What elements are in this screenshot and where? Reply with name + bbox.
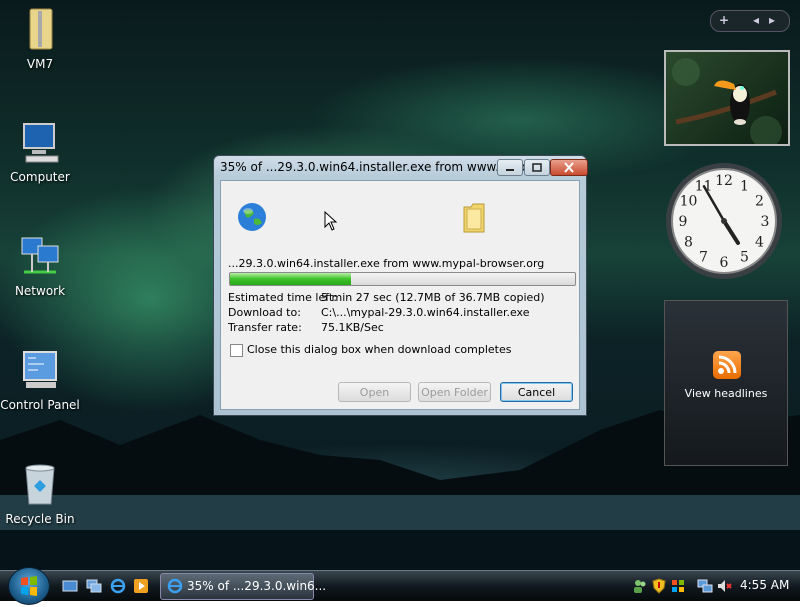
start-button[interactable]	[8, 567, 50, 605]
close-button[interactable]	[550, 159, 588, 176]
download-dialog: 35% of ...29.3.0.win64.installer.exe fro…	[213, 155, 588, 416]
sidebar-next-button[interactable]: ▸	[769, 13, 775, 27]
desktop-icon-label: Computer	[10, 170, 70, 184]
toucan-photo	[672, 58, 782, 144]
browser-icon	[167, 578, 183, 594]
slideshow-gadget[interactable]	[664, 50, 790, 146]
close-when-done-label[interactable]: Close this dialog box when download comp…	[247, 343, 511, 356]
download-to-value: C:\...\mypal-29.3.0.win64.installer.exe	[321, 306, 530, 319]
desktop-icon-label: Control Panel	[0, 398, 80, 412]
windows-flag-icon[interactable]	[670, 578, 686, 594]
desktop-icon-control-panel[interactable]: Control Panel	[0, 346, 80, 412]
mouse-cursor-icon	[324, 211, 338, 231]
media-player-icon[interactable]	[133, 578, 149, 594]
minimize-icon	[506, 169, 514, 171]
internet-explorer-icon[interactable]	[110, 578, 126, 594]
network-status-icon[interactable]	[697, 578, 713, 594]
feed-headlines-gadget[interactable]: View headlines	[664, 300, 788, 466]
estimated-time-value: 5 min 27 sec (12.7MB of 36.7MB copied)	[321, 291, 545, 304]
open-button[interactable]: Open	[338, 382, 411, 402]
clock-numeral: 8	[684, 235, 693, 251]
desktop-icon-recycle-bin[interactable]: Recycle Bin	[0, 460, 80, 526]
users-icon[interactable]	[632, 578, 648, 594]
desktop-icon-label: VM7	[26, 57, 54, 71]
transfer-rate-value: 75.1KB/Sec	[321, 321, 384, 334]
transfer-rate-label: Transfer rate:	[228, 321, 302, 334]
close-icon	[564, 162, 574, 173]
recycle-bin-icon	[16, 460, 64, 508]
folder-icon	[463, 203, 485, 233]
desktop-icon-label: Recycle Bin	[5, 512, 75, 526]
download-source-text: ...29.3.0.win64.installer.exe from www.m…	[228, 257, 545, 270]
clock-numeral: 12	[715, 173, 733, 189]
rss-feed-icon	[713, 351, 741, 379]
clock-face: 12 1234567891011	[666, 163, 782, 279]
folder-zip-icon	[16, 5, 64, 53]
download-progress-bar	[229, 272, 576, 286]
desktop-icon-computer[interactable]: Computer	[0, 118, 80, 184]
desktop-icon-vm7[interactable]: VM7	[0, 5, 80, 71]
minimize-button[interactable]	[497, 159, 523, 176]
maximize-icon	[532, 163, 542, 172]
desktop: VM7 Computer Network Control Panel Recyc…	[0, 0, 800, 570]
network-icon	[16, 232, 64, 280]
clock-numeral: 2	[755, 194, 764, 210]
clock-numeral: 10	[680, 194, 698, 210]
dialog-titlebar[interactable]: 35% of ...29.3.0.win64.installer.exe fro…	[214, 156, 588, 180]
close-when-done-checkbox[interactable]	[230, 344, 243, 357]
clock-gadget[interactable]: 12 1 2 3 4 5 6 7 8 9 10 11	[663, 160, 785, 282]
sidebar-controls: + ◂ ▸	[710, 10, 790, 32]
dialog-body: ...29.3.0.win64.installer.exe from www.m…	[220, 180, 580, 410]
clock-numeral: 7	[699, 250, 708, 266]
cancel-button[interactable]: Cancel	[500, 382, 573, 402]
dialog-title: 35% of ...29.3.0.win64.installer.exe fro…	[220, 160, 537, 174]
globe-icon	[238, 203, 266, 231]
security-shield-icon[interactable]	[651, 578, 667, 594]
sidebar-prev-button[interactable]: ◂	[753, 13, 759, 27]
taskbar: 35% of ...29.3.0.win6... 4:55 AM	[0, 567, 800, 605]
download-to-label: Download to:	[228, 306, 301, 319]
clock-numeral: 3	[761, 214, 770, 230]
taskbar-task-label: 35% of ...29.3.0.win6...	[187, 579, 327, 593]
taskbar-clock[interactable]: 4:55 AM	[740, 578, 789, 592]
control-panel-icon	[16, 346, 64, 394]
windows-logo-icon	[21, 576, 37, 596]
clock-numeral: 9	[679, 214, 688, 230]
clock-numeral: 6	[720, 255, 729, 271]
taskbar-download-task[interactable]: 35% of ...29.3.0.win6...	[160, 573, 326, 600]
clock-numeral: 5	[740, 250, 749, 266]
computer-icon	[16, 118, 64, 166]
clock-numeral: 4	[755, 235, 764, 251]
view-headlines-link[interactable]: View headlines	[665, 387, 787, 400]
open-folder-button[interactable]: Open Folder	[418, 382, 491, 402]
clock-numeral: 1	[740, 178, 749, 194]
desktop-icon-label: Network	[14, 284, 66, 298]
add-gadget-button[interactable]: +	[719, 13, 729, 27]
switch-windows-icon[interactable]	[86, 578, 102, 594]
show-desktop-icon[interactable]	[62, 578, 78, 594]
maximize-button[interactable]	[524, 159, 550, 176]
volume-muted-icon[interactable]	[716, 578, 732, 594]
progress-fill	[230, 273, 351, 285]
desktop-icon-network[interactable]: Network	[0, 232, 80, 298]
